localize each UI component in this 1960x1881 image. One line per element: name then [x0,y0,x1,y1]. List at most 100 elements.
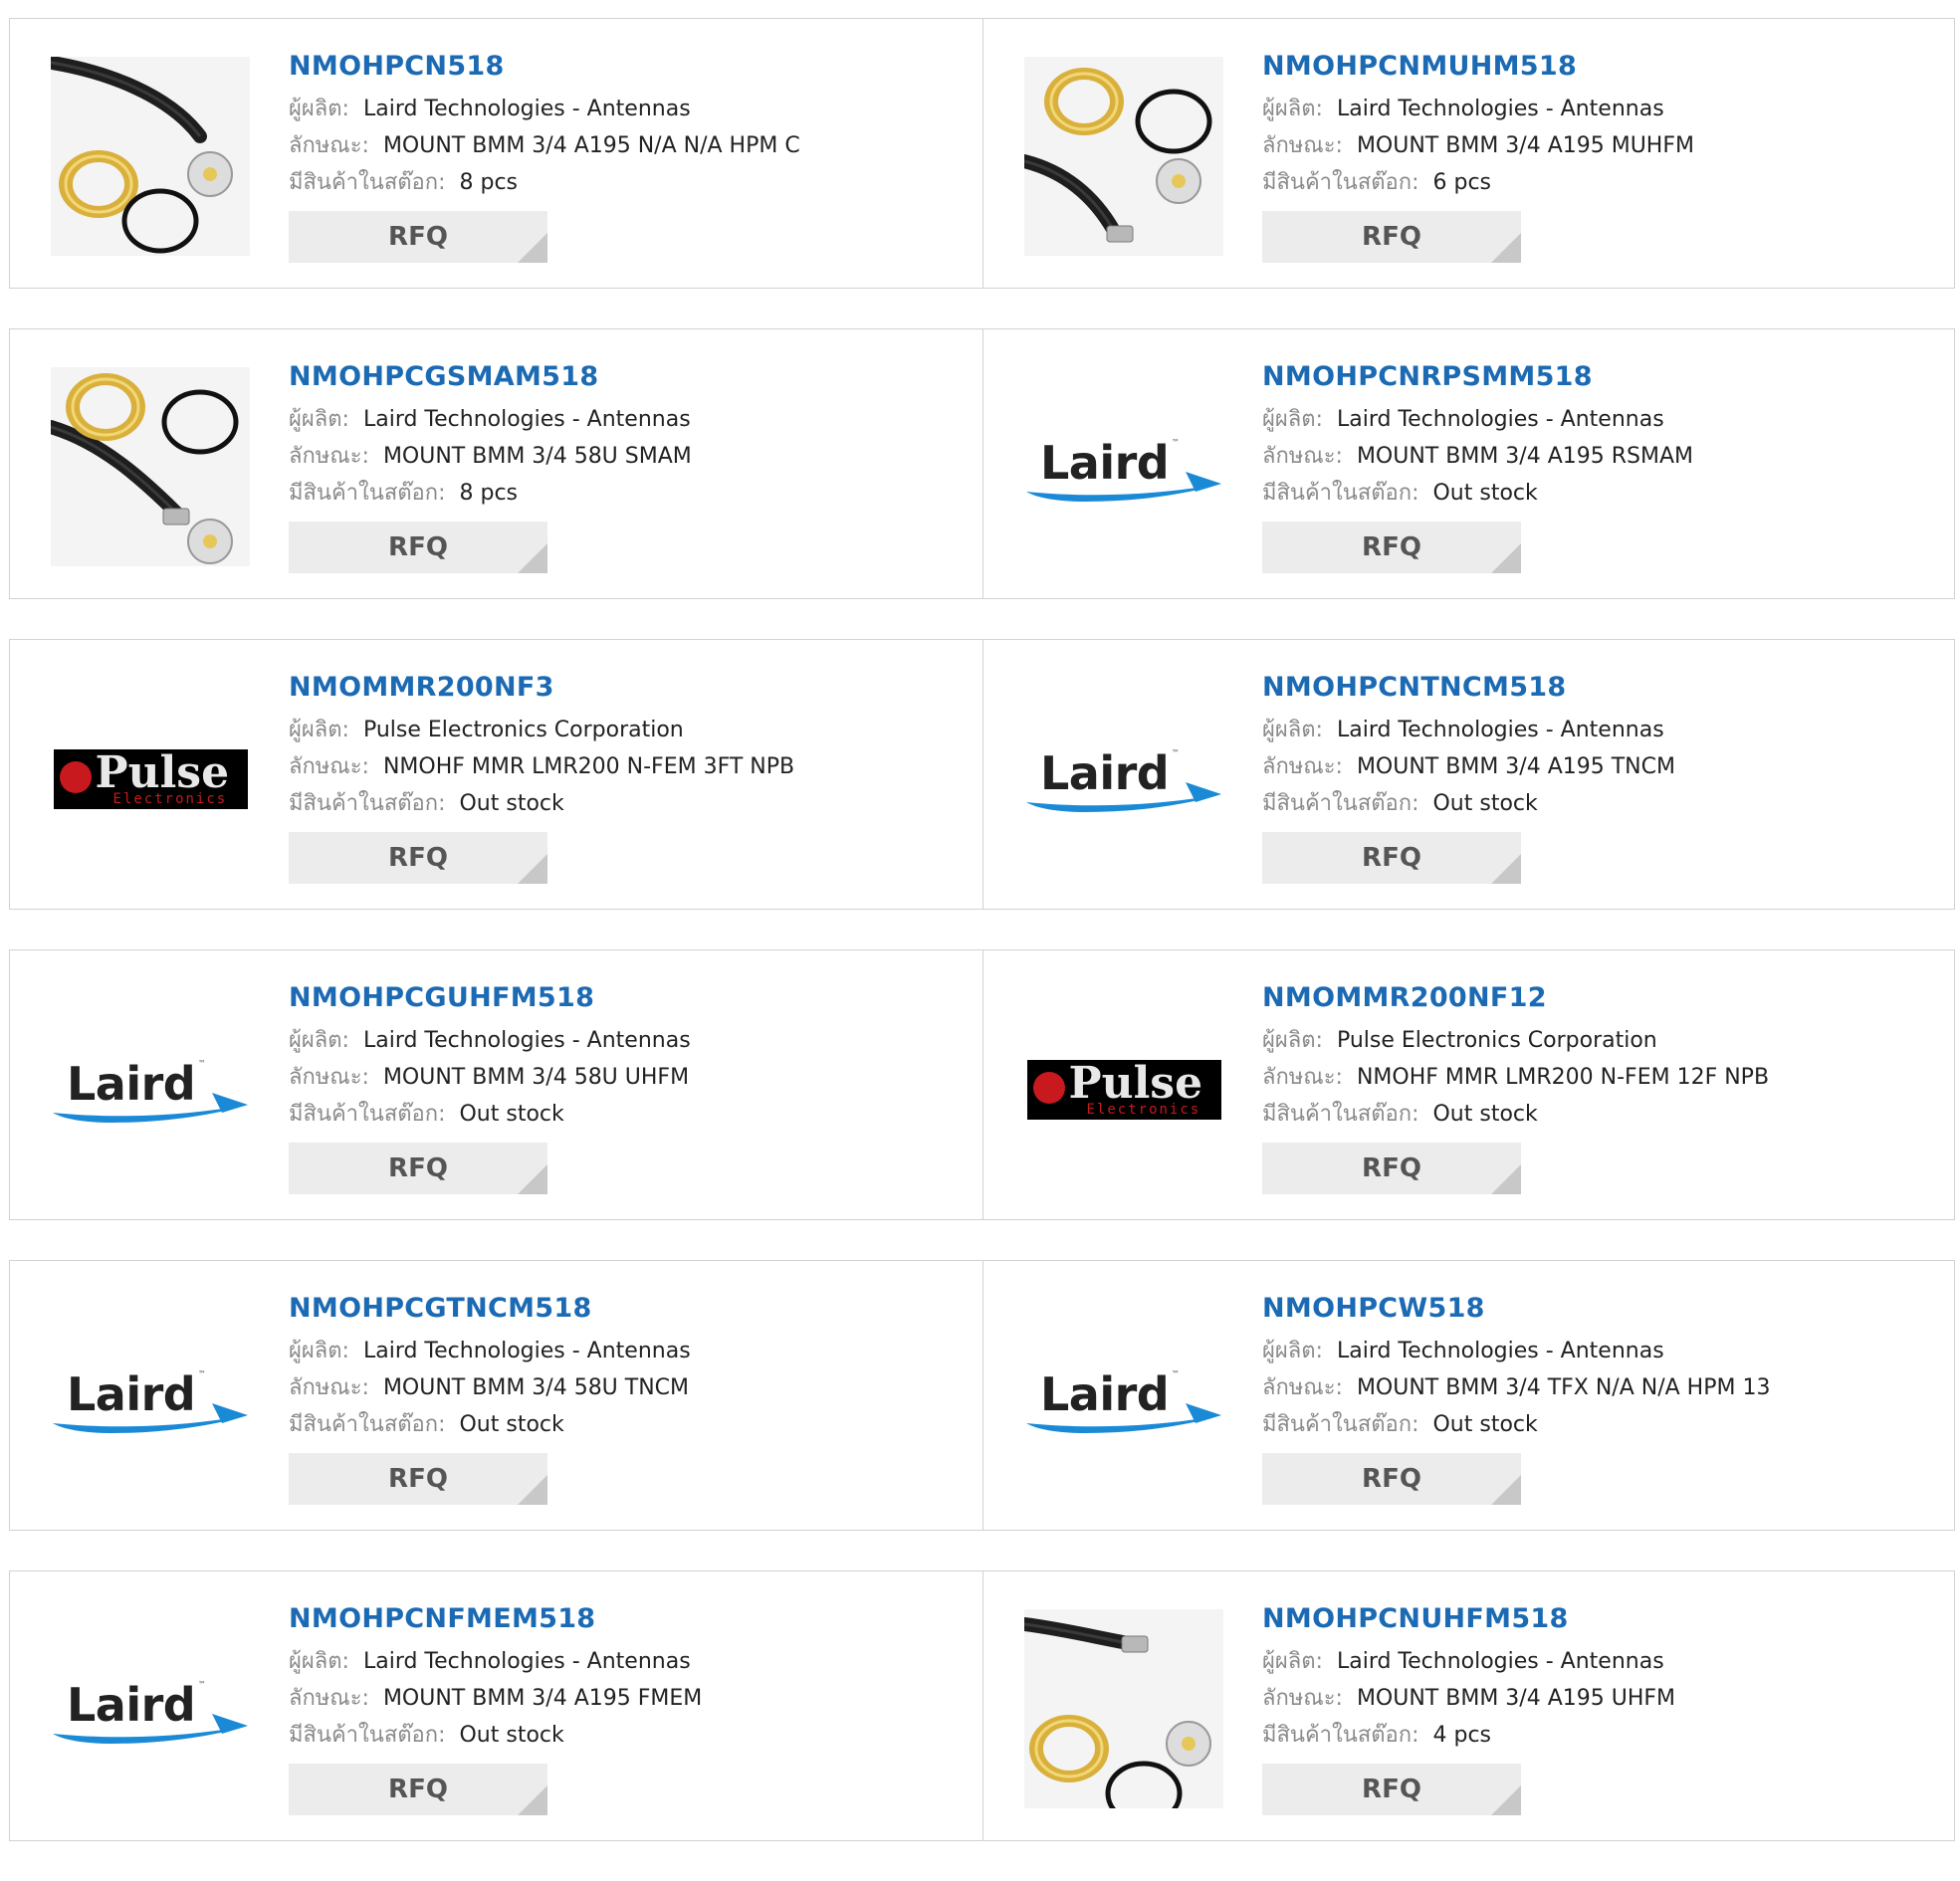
product-part-number-link[interactable]: NMOHPCGUHFM518 [289,980,691,1022]
product-thumbnail[interactable] [44,367,250,568]
rfq-button[interactable]: RFQ [1262,211,1521,263]
rfq-button[interactable]: RFQ [289,1764,547,1815]
product-thumbnail[interactable]: Pulse Electronics [1024,990,1223,1189]
stock-field: มีสินค้าในสต๊อก: Out stock [1262,785,1675,822]
manufacturer-field: ผู้ผลิต: Laird Technologies - Antennas [289,401,692,438]
product-part-number-link[interactable]: NMOHPCGSMAM518 [289,359,692,401]
stock-field: มีสินค้าในสต๊อก: 8 pcs [289,475,692,512]
product-row: Laird ™ NMOHPCGUHFM518 ผู้ผลิต: Laird Techno… [9,949,1955,1220]
corner-triangle-icon [1491,1785,1521,1815]
product-part-number-link[interactable]: NMOMMR200NF12 [1262,980,1769,1022]
rfq-button[interactable]: RFQ [1262,1453,1521,1505]
description-field-value: MOUNT BMM 3/4 A195 TNCM [1356,754,1675,779]
product-part-number-link[interactable]: NMOHPCW518 [1262,1291,1770,1333]
corner-triangle-icon [1491,1164,1521,1194]
rfq-button-label: RFQ [388,1153,448,1183]
product-thumbnail[interactable]: Laird ™ [51,1301,250,1500]
rfq-button-label: RFQ [388,532,448,562]
stock-field-value: Out stock [1432,791,1538,816]
manufacturer-field-label: ผู้ผลิต: [289,718,349,742]
rfq-button[interactable]: RFQ [289,211,547,263]
laird-logo-tm: ™ [1172,1369,1180,1378]
manufacturer-field-label: ผู้ผลิต: [289,1339,349,1363]
product-part-number-link[interactable]: NMOHPCNMUHM518 [1262,49,1694,91]
rfq-button[interactable]: RFQ [289,522,547,573]
product-part-number-link[interactable]: NMOHPCNRPSMM518 [1262,359,1693,401]
product-thumbnail[interactable] [39,55,250,258]
stock-field-value: Out stock [1432,481,1538,506]
product-part-number-link[interactable]: NMOHPCNUHFM518 [1262,1601,1675,1643]
corner-triangle-icon [1491,543,1521,573]
product-thumbnail[interactable]: Laird ™ [1024,680,1223,879]
laird-swoosh-icon [1026,1403,1221,1433]
description-field-value: MOUNT BMM 3/4 A195 UHFM [1356,1686,1676,1711]
laird-logo: Laird ™ [1026,434,1221,504]
manufacturer-field: ผู้ผลิต: Laird Technologies - Antennas [1262,712,1675,748]
stock-field-value: Out stock [459,1412,564,1437]
stock-field-label: มีสินค้าในสต๊อก: [1262,1723,1419,1748]
description-field: ลักษณะ: MOUNT BMM 3/4 A195 UHFM [1262,1680,1675,1717]
corner-triangle-icon [1491,233,1521,263]
stock-field: มีสินค้าในสต๊อก: Out stock [289,785,794,822]
rfq-button[interactable]: RFQ [1262,1143,1521,1194]
rfq-button[interactable]: RFQ [1262,1764,1521,1815]
description-field-label: ลักษณะ: [1262,1375,1343,1400]
description-field-label: ลักษณะ: [1262,1065,1343,1090]
rfq-button[interactable]: RFQ [289,1453,547,1505]
description-field-label: ลักษณะ: [1262,444,1343,469]
product-thumbnail[interactable] [1017,1609,1223,1826]
description-field-label: ลักษณะ: [289,444,369,469]
manufacturer-field-value: Laird Technologies - Antennas [1336,1339,1664,1363]
product-card: NMOHPCGSMAM518 ผู้ผลิต: Laird Technologies… [10,329,982,598]
product-thumbnail[interactable]: Laird ™ [51,990,250,1189]
corner-triangle-icon [518,233,547,263]
stock-field-value: Out stock [1432,1102,1538,1127]
manufacturer-field-value: Laird Technologies - Antennas [1336,407,1664,432]
manufacturer-field-label: ผู้ผลิต: [1262,1649,1323,1674]
rfq-button[interactable]: RFQ [1262,522,1521,573]
laird-swoosh-icon [53,1714,248,1744]
product-part-number-link[interactable]: NMOHPCN518 [289,49,800,91]
laird-swoosh-icon [53,1403,248,1433]
rfq-button[interactable]: RFQ [289,832,547,884]
product-thumbnail[interactable]: Pulse Electronics [51,680,250,879]
manufacturer-field: ผู้ผลิต: Laird Technologies - Antennas [1262,1643,1675,1680]
product-info: NMOHPCNUHFM518 ผู้ผลิต: Laird Technologies… [1262,1601,1675,1815]
product-thumbnail[interactable]: Laird ™ [1024,1301,1223,1500]
product-info: NMOHPCGSMAM518 ผู้ผลิต: Laird Technologies… [289,359,692,573]
description-field: ลักษณะ: MOUNT BMM 3/4 TFX N/A N/A HPM 13 [1262,1369,1770,1406]
product-part-number-link[interactable]: NMOHPCGTNCM518 [289,1291,691,1333]
stock-field-label: มีสินค้าในสต๊อก: [289,1412,446,1437]
rfq-button[interactable]: RFQ [1262,832,1521,884]
product-thumbnail[interactable]: Laird ™ [51,1611,250,1810]
stock-field: มีสินค้าในสต๊อก: 6 pcs [1262,164,1694,201]
product-part-number-link[interactable]: NMOHPCNTNCM518 [1262,670,1675,712]
description-field-label: ลักษณะ: [1262,1686,1343,1711]
stock-field: มีสินค้าในสต๊อก: Out stock [1262,475,1693,512]
description-field-value: MOUNT BMM 3/4 58U UHFM [382,1065,690,1090]
product-thumbnail[interactable] [1017,57,1223,258]
stock-field-value: Out stock [459,791,564,816]
product-card: Laird ™ NMOHPCNTNCM518 ผู้ผลิต: Laird Techno… [982,640,1954,909]
product-row: Laird ™ NMOHPCGTNCM518 ผู้ผลิต: Laird Techno… [9,1260,1955,1531]
manufacturer-field-value: Laird Technologies - Antennas [362,1649,691,1674]
manufacturer-field: ผู้ผลิต: Laird Technologies - Antennas [289,1333,691,1369]
product-card: NMOHPCN518 ผู้ผลิต: Laird Technologies - A… [10,19,982,288]
description-field-value: NMOHF MMR LMR200 N-FEM 3FT NPB [382,754,795,779]
product-info: NMOHPCNTNCM518 ผู้ผลิต: Laird Technologies… [1262,670,1675,884]
laird-swoosh-icon [53,1093,248,1123]
stock-field-label: มีสินค้าในสต๊อก: [1262,481,1419,506]
stock-field-value: 8 pcs [459,481,518,506]
product-card: Pulse Electronics NMOMMR200NF12 ผู้ผลิต: Pul… [982,950,1954,1219]
product-thumbnail[interactable]: Laird ™ [1024,369,1223,568]
description-field: ลักษณะ: NMOHF MMR LMR200 N-FEM 3FT NPB [289,748,794,785]
corner-triangle-icon [518,854,547,884]
description-field-label: ลักษณะ: [289,1375,369,1400]
rfq-button[interactable]: RFQ [289,1143,547,1194]
description-field-label: ลักษณะ: [289,754,369,779]
product-part-number-link[interactable]: NMOHPCNFMEM518 [289,1601,702,1643]
stock-field: มีสินค้าในสต๊อก: Out stock [1262,1406,1770,1443]
corner-triangle-icon [518,543,547,573]
product-part-number-link[interactable]: NMOMMR200NF3 [289,670,794,712]
description-field-value: NMOHF MMR LMR200 N-FEM 12F NPB [1356,1065,1770,1090]
